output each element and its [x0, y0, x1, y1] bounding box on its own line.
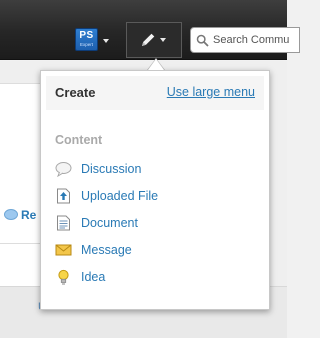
speech-bubble-icon: [55, 162, 72, 177]
logo-text: PS: [79, 30, 94, 41]
chevron-down-icon: [103, 39, 109, 43]
reply-link[interactable]: Re: [4, 208, 36, 222]
menu-item-label: Idea: [81, 270, 106, 284]
logo-subtext: Expert: [79, 42, 93, 47]
menu-item-idea[interactable]: Idea: [55, 267, 255, 287]
menu-item-uploaded-file[interactable]: Uploaded File: [55, 186, 255, 206]
menu-item-message[interactable]: Message: [55, 240, 255, 260]
use-large-menu-link[interactable]: Use large menu: [167, 85, 255, 99]
lightbulb-icon: [58, 269, 69, 285]
dropdown-header: Create Use large menu: [46, 76, 264, 110]
top-navigation-bar: PS Expert: [0, 0, 300, 60]
reply-link-label: Re: [21, 208, 37, 222]
search-input[interactable]: [213, 31, 299, 49]
menu-item-document[interactable]: Document: [55, 213, 255, 233]
menu-item-label: Uploaded File: [81, 189, 159, 203]
create-dropdown-menu: Create Use large menu Content Discussion…: [40, 70, 270, 310]
ps-expert-logo-icon: PS Expert: [75, 28, 98, 51]
reply-bubble-icon: [4, 209, 18, 220]
dropdown-title: Create: [55, 85, 96, 100]
app-switcher-button[interactable]: PS Expert: [73, 28, 113, 54]
create-menu-button[interactable]: [126, 22, 182, 58]
menu-item-discussion[interactable]: Discussion: [55, 159, 255, 179]
menu-item-label: Message: [81, 243, 132, 257]
chevron-down-icon: [160, 38, 166, 42]
dropdown-pointer: [148, 59, 164, 70]
content-section-label: Content: [55, 133, 103, 147]
menu-item-label: Document: [81, 216, 138, 230]
search-field[interactable]: [190, 27, 300, 53]
document-icon: [57, 215, 70, 231]
pencil-icon: [142, 33, 155, 46]
search-icon: [196, 34, 209, 47]
envelope-icon: [55, 244, 72, 256]
menu-item-label: Discussion: [81, 162, 142, 176]
upload-file-icon: [57, 188, 70, 204]
